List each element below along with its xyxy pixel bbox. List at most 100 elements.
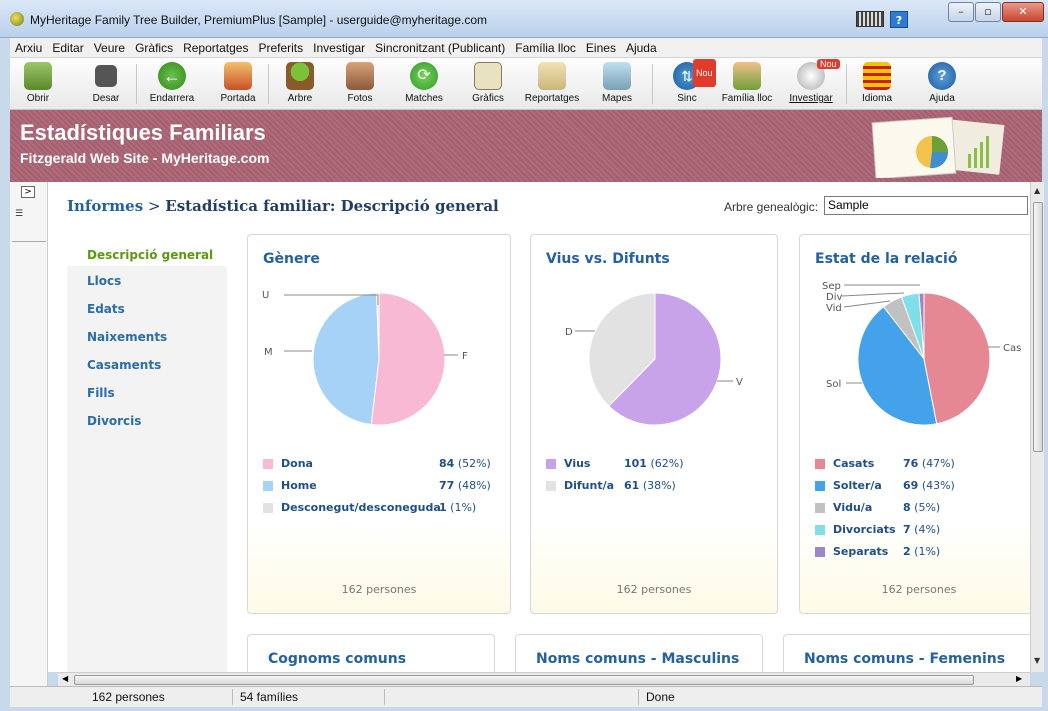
living-card-title: Vius vs. Difunts	[546, 251, 670, 267]
back-button[interactable]: ← Endarrera	[146, 60, 198, 104]
breadcrumb-current: Estadística familiar: Descripció general	[165, 197, 499, 215]
home-button[interactable]: Portada	[216, 60, 260, 104]
toolbar-divider	[652, 64, 653, 104]
toolbar-divider	[136, 64, 137, 104]
minimize-button[interactable]: –	[948, 2, 974, 22]
horizontal-scroll-thumb[interactable]	[74, 675, 974, 685]
nav-overview[interactable]: Descripció general	[67, 232, 227, 266]
scroll-right-icon[interactable]: ▶	[1016, 674, 1022, 683]
help-icon: ?	[928, 62, 956, 90]
menu-bar: Arxiu Editar Veure Gràfics Reportatges Prefer…	[10, 38, 1042, 58]
banner-title: Estadístiques Familiars	[20, 120, 266, 145]
tree-selector-input[interactable]: Sample	[824, 196, 1028, 215]
research-button[interactable]: Nou Investigar	[786, 59, 840, 104]
close-button[interactable]: ✕	[1002, 2, 1044, 22]
tree-button[interactable]: Arbre	[280, 60, 320, 104]
horizontal-scrollbar[interactable]: ◀ ▶	[58, 672, 1030, 686]
menu-charts[interactable]: Gràfics	[130, 38, 178, 55]
menu-reports[interactable]: Reportatges	[178, 38, 253, 55]
scroll-down-icon[interactable]: ▼	[1034, 656, 1040, 665]
charts-button[interactable]: Gràfics	[468, 60, 508, 104]
pie-label-vid: Vid	[826, 303, 842, 314]
legend-swatch	[815, 503, 825, 513]
pie-label-d: D	[565, 327, 573, 338]
menu-file[interactable]: Arxiu	[10, 38, 47, 55]
flag-icon	[863, 62, 891, 90]
pie-label-m: M	[264, 347, 273, 358]
pie-leader-line	[841, 292, 905, 297]
breadcrumb: Informes > Estadística familiar: Descrip…	[67, 197, 499, 215]
expand-pane-button[interactable]: >	[21, 186, 35, 198]
save-icon	[95, 65, 117, 87]
app-logo-icon	[10, 12, 24, 26]
legend-swatch	[815, 481, 825, 491]
people-list-icon[interactable]: ☰	[12, 204, 46, 242]
status-bar: 162 persones 54 famílies Done	[10, 686, 1042, 707]
scroll-left-icon[interactable]: ◀	[62, 674, 68, 683]
keyboard-icon[interactable]	[856, 11, 884, 27]
status-state: Done	[646, 690, 675, 704]
sync-icon: ⇅ Nou	[673, 59, 716, 90]
menu-help[interactable]: Ajuda	[621, 38, 662, 55]
help-button[interactable]: ? Ajuda	[924, 60, 960, 104]
menu-family-site[interactable]: Família lloc	[510, 38, 581, 55]
nav-births[interactable]: Naixements	[67, 322, 227, 350]
reports-button[interactable]: Reportatges	[522, 60, 582, 104]
stats-sidenav: Descripció general Llocs Edats Naixement…	[67, 232, 227, 672]
menu-edit[interactable]: Editar	[47, 38, 88, 55]
help-icon[interactable]: ?	[890, 11, 908, 28]
menu-tools[interactable]: Eines	[581, 38, 621, 55]
pie-label-cas: Cas	[1003, 343, 1021, 354]
family-icon	[733, 62, 761, 90]
relationship-total: 162 persones	[881, 583, 957, 596]
maps-button[interactable]: Mapes	[596, 60, 638, 104]
nav-marriages[interactable]: Casaments	[67, 350, 227, 378]
status-divider	[638, 689, 639, 705]
statistics-illustration-icon	[871, 116, 1005, 178]
open-button[interactable]: Obrir	[20, 60, 56, 104]
breadcrumb-separator: >	[147, 197, 161, 215]
maximize-button[interactable]: ▫	[975, 2, 1001, 22]
language-button[interactable]: Idioma	[856, 60, 898, 104]
gender-pie-chart: U M F	[262, 290, 468, 426]
pie-label-sep: Sep	[822, 281, 841, 292]
legend-swatch	[815, 525, 825, 535]
legend-swatch	[546, 459, 556, 469]
vertical-scrollbar[interactable]: ▲ ▼	[1030, 182, 1044, 672]
pie-label-div: Div	[826, 292, 842, 303]
pie-label-u: U	[262, 290, 269, 301]
vertical-scroll-thumb[interactable]	[1033, 202, 1043, 452]
breadcrumb-root[interactable]: Informes	[67, 197, 143, 215]
nav-children[interactable]: Fills	[67, 378, 227, 406]
toolbar-divider	[268, 64, 269, 104]
female-names-card: Noms comuns - Femenins	[783, 634, 1030, 672]
toolbar: Obrir Desar ← Endarrera Portada Arbre Fo…	[10, 58, 1042, 110]
status-divider	[232, 689, 233, 705]
menu-research[interactable]: Investigar	[308, 38, 370, 55]
sync-button[interactable]: ⇅ Nou Sinc	[664, 59, 716, 104]
matches-button[interactable]: ⟳ Matches	[400, 60, 448, 104]
window-titlebar: MyHeritage Family Tree Builder, PremiumP…	[0, 0, 1048, 38]
map-icon	[603, 62, 631, 90]
nav-divorces[interactable]: Divorcis	[67, 406, 227, 434]
living-card: Vius vs. Difunts D V Vius 101 (62%) Difun…	[530, 234, 778, 614]
menu-view[interactable]: Veure	[89, 38, 130, 55]
photos-icon	[346, 62, 374, 90]
scroll-up-icon[interactable]: ▲	[1034, 186, 1040, 195]
menu-sync[interactable]: Sincronitzant (Publicant)	[370, 38, 510, 55]
new-badge: Nou	[693, 59, 716, 87]
matches-icon: ⟳	[410, 62, 438, 90]
pie-label-sol: Sol	[826, 379, 841, 390]
menu-favorites[interactable]: Preferits	[253, 38, 308, 55]
relationship-card-title: Estat de la relació	[815, 251, 958, 267]
pie-label-v: V	[736, 377, 743, 388]
family-site-button[interactable]: Família lloc	[714, 60, 780, 104]
surnames-card: Cognoms comuns	[247, 634, 495, 672]
save-button[interactable]: Desar	[88, 60, 124, 104]
charts-icon	[474, 62, 502, 90]
nav-places[interactable]: Llocs	[67, 266, 227, 294]
photos-button[interactable]: Fotos	[340, 60, 380, 104]
relationship-card: Estat de la relació Sep Div Vid Sol Cas …	[799, 234, 1030, 614]
nav-ages[interactable]: Edats	[67, 294, 227, 322]
gender-card-title: Gènere	[263, 251, 320, 267]
